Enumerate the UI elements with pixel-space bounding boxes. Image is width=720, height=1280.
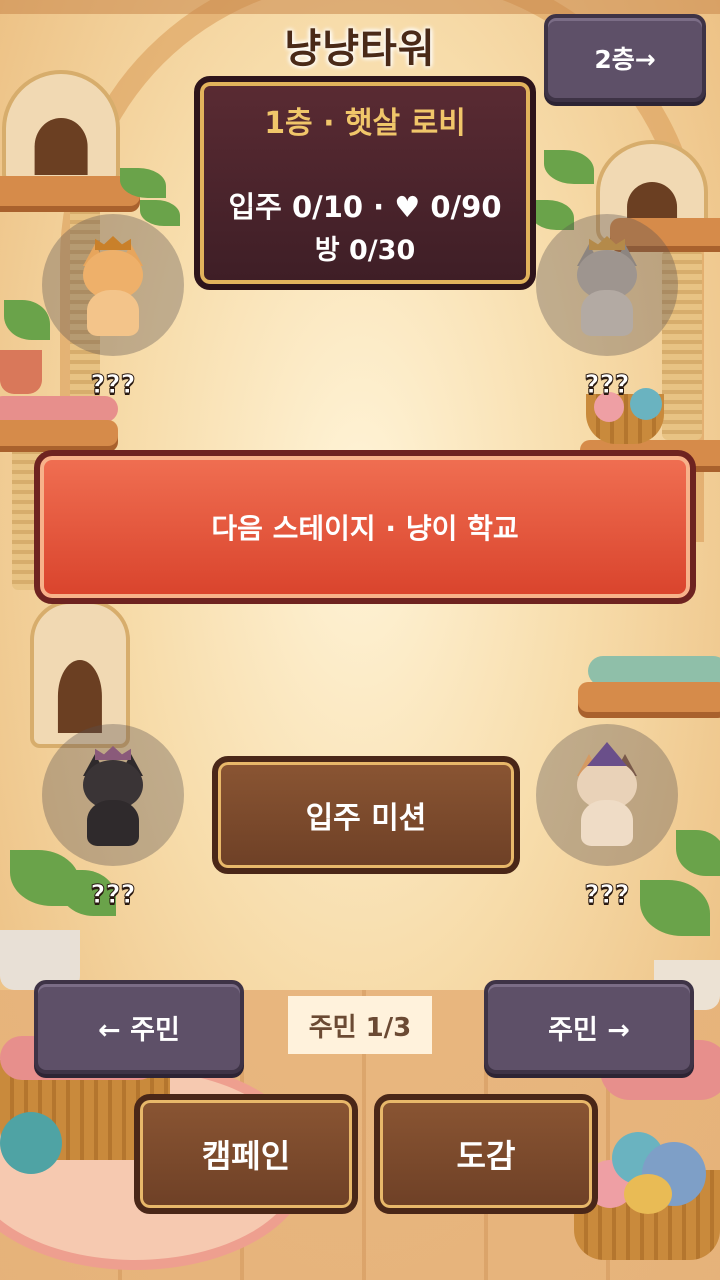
resident-slot-4[interactable]: [536, 724, 678, 866]
ceiling-beam: [0, 0, 720, 14]
resident-slot-label: ???: [584, 370, 630, 401]
tower-shelf: [0, 420, 118, 446]
plant-leaf: [676, 830, 720, 876]
resident-heart-stats: 입주 0/10 · ♥ 0/90: [228, 190, 502, 224]
resident-slot-3[interactable]: [42, 724, 184, 866]
resident-slot-1[interactable]: [42, 214, 184, 356]
collection-button[interactable]: 도감: [374, 1094, 598, 1214]
resident-page-indicator: 주민 1/3: [288, 996, 432, 1054]
resident-slot-label: ???: [90, 880, 136, 911]
floor-name: 1층 · 햇살 로비: [264, 106, 466, 141]
next-resident-button[interactable]: 주민 →: [484, 980, 694, 1074]
tower-shelf: [578, 682, 720, 712]
next-floor-button[interactable]: 2층→: [544, 14, 706, 102]
orange-cat-icon: [73, 236, 153, 336]
floor-info-panel: 1층 · 햇살 로비 입주 0/10 · ♥ 0/90 방 0/30: [194, 76, 536, 290]
yarn-ball: [624, 1174, 672, 1214]
tuxedo-cat-icon: [73, 746, 153, 846]
resident-slot-label: ???: [90, 370, 136, 401]
next-stage-button[interactable]: 다음 스테이지 · 냥이 학교: [34, 450, 696, 604]
calico-cat-icon: [567, 742, 647, 846]
resident-slot-label: ???: [584, 880, 630, 911]
resident-slot-2[interactable]: [536, 214, 678, 356]
tower-shelf: [0, 176, 140, 206]
gray-cat-icon: [567, 236, 647, 336]
mission-button[interactable]: 입주 미션: [212, 756, 520, 874]
campaign-button[interactable]: 캠페인: [134, 1094, 358, 1214]
prev-resident-button[interactable]: ← 주민: [34, 980, 244, 1074]
plant-leaf: [4, 300, 50, 340]
plant-pot: [0, 350, 42, 394]
cat-house: [2, 70, 120, 188]
yarn-ball: [0, 1112, 62, 1174]
room-stats: 방 0/30: [314, 235, 416, 266]
